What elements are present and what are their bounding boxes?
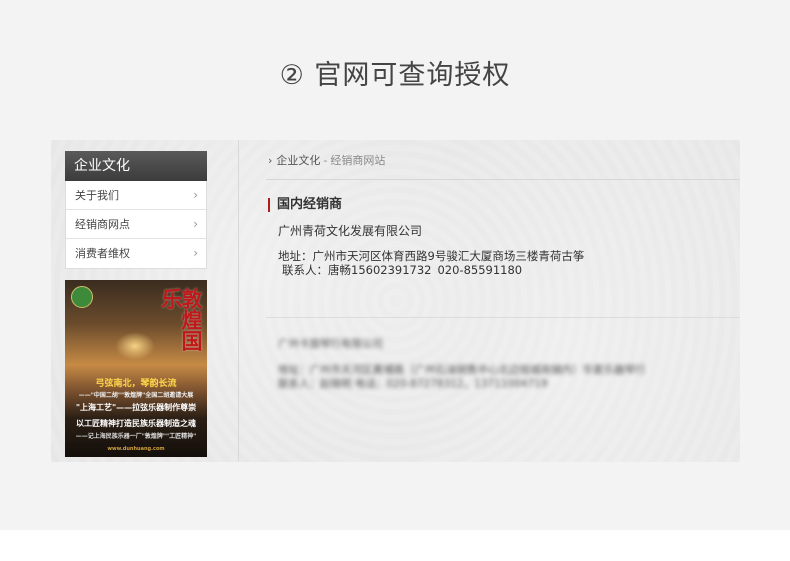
breadcrumb: › 企业文化 - 经销商网站: [268, 152, 385, 168]
magazine-subline-2: ——记上海民族乐器一厂"敦煌牌""工匠精神": [75, 433, 197, 440]
breadcrumb-current: 经销商网站: [330, 154, 386, 167]
breadcrumb-separator: -: [323, 154, 328, 167]
section-title: 国内经销商: [268, 198, 342, 212]
sidebar-item-about-us[interactable]: 关于我们 ›: [66, 181, 206, 210]
sidebar-item-label: 经销商网点: [75, 218, 130, 231]
magazine-footer: www.dunhuang.com: [107, 446, 165, 452]
chevron-right-icon: ›: [193, 246, 198, 260]
dealer-divider: [266, 317, 740, 318]
magazine-title: 敦煌国乐: [159, 288, 204, 351]
website-screenshot: 企业文化 关于我们 › 经销商网点 › 消费者维权 › 敦煌国乐 弓弦南北，琴韵…: [51, 140, 740, 462]
breadcrumb-parent[interactable]: 企业文化: [276, 154, 320, 167]
breadcrumb-arrow-icon: ›: [268, 154, 273, 167]
chevron-right-icon: ›: [193, 217, 198, 231]
sidebar-item-dealers[interactable]: 经销商网点 ›: [66, 210, 206, 239]
chevron-right-icon: ›: [193, 188, 198, 202]
sidebar-item-label: 关于我们: [75, 189, 119, 202]
magazine-subline: ——"中国二胡""敦煌牌"全国二胡邀请大展: [78, 392, 194, 399]
dealer-company-name: 广州青荷文化发展有限公司: [278, 224, 423, 238]
sunset-glow: [115, 332, 155, 360]
dealer-contact: 联系人：唐畅15602391732 020-85591180: [282, 262, 522, 278]
sidebar-menu: 关于我们 › 经销商网点 › 消费者维权 ›: [65, 181, 207, 269]
dealer-contact-person: 联系人：唐畅15602391732: [282, 263, 432, 277]
dealer-phone: 020-85591180: [437, 263, 523, 277]
blurred-dealer-contact: 联系人：赵晓明 电话：020-87278312，13711004719: [278, 378, 548, 390]
column-divider: [238, 140, 239, 462]
header-divider: [266, 179, 740, 180]
sidebar: 企业文化 关于我们 › 经销商网点 › 消费者维权 ›: [65, 151, 207, 269]
magazine-headline-3: 以工匠精神打造民族乐器制造之魂: [76, 419, 196, 428]
magazine-cover[interactable]: 敦煌国乐 弓弦南北，琴韵长流 ——"中国二胡""敦煌牌"全国二胡邀请大展 "上海…: [65, 280, 207, 457]
blurred-dealer-address: 地址：广州市天河区黄埔路（广州石油销售中心北边铭城商铺内）华夏乐器琴行: [278, 364, 646, 376]
sidebar-item-consumer-rights[interactable]: 消费者维权 ›: [66, 239, 206, 268]
sidebar-item-label: 消费者维权: [75, 247, 130, 260]
sidebar-title: 企业文化: [65, 151, 207, 181]
magazine-headline: 弓弦南北，琴韵长流: [95, 379, 177, 389]
magazine-badge-icon: [71, 286, 93, 308]
page-title: ② 官网可查询授权: [279, 60, 511, 91]
blurred-dealer-company: 广州卡旋琴行有限公司: [278, 338, 383, 350]
magazine-headline-2: "上海工艺"——拉弦乐器制作尊崇: [75, 403, 197, 412]
